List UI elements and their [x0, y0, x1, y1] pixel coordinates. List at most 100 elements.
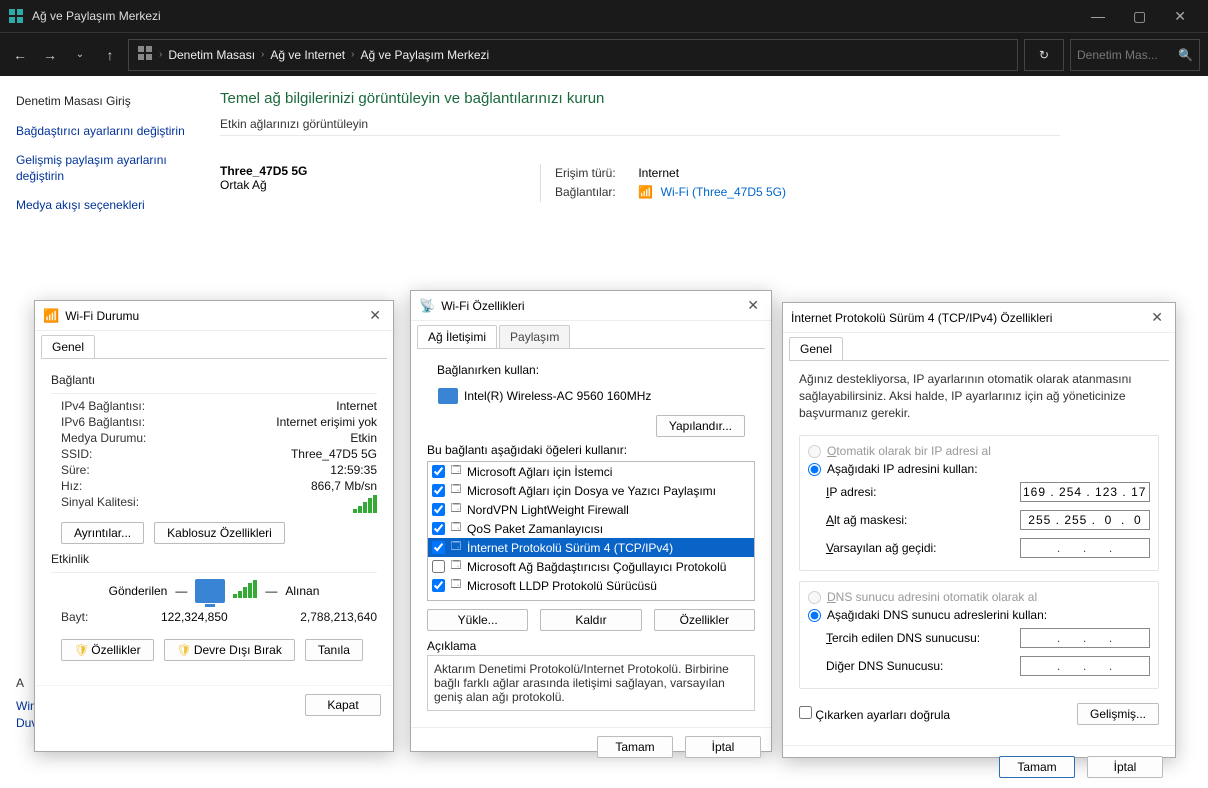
components-list[interactable]: 🗔Microsoft Ağları için İstemci🗔Microsoft…	[427, 461, 755, 601]
list-item[interactable]: 🗔 NordVPN LightWeight Firewall	[428, 500, 754, 519]
component-icon: 🗔	[449, 539, 463, 556]
tab-general[interactable]: Genel	[789, 337, 843, 360]
validate-checkbox[interactable]	[799, 706, 812, 719]
nav-adapter-settings[interactable]: Bağdaştırıcı ayarlarını değiştirin	[16, 124, 206, 140]
list-item-checkbox[interactable]	[432, 560, 445, 573]
ok-button[interactable]: Tamam	[597, 736, 673, 758]
close-button[interactable]: ✕	[1160, 8, 1200, 25]
ssid-label: SSID:	[61, 447, 92, 461]
nav-media-streaming[interactable]: Medya akışı seçenekleri	[16, 198, 206, 214]
minimize-button[interactable]: —	[1077, 8, 1119, 24]
breadcrumb-item[interactable]: Denetim Masası	[168, 48, 255, 62]
cancel-button[interactable]: İptal	[1087, 756, 1163, 778]
validate-checkbox-row[interactable]: Çıkarken ayarları doğrula	[799, 706, 950, 722]
control-panel-icon	[8, 8, 24, 24]
signal-bars-icon	[353, 495, 377, 513]
gateway-label: Varsayılan ağ geçidi:	[826, 541, 937, 555]
list-item-checkbox[interactable]	[432, 522, 445, 535]
dialog-titlebar[interactable]: 📶 Wi-Fi Durumu ✕	[35, 301, 393, 331]
wifi-icon: 📡	[419, 298, 435, 314]
wifi-status-dialog: 📶 Wi-Fi Durumu ✕ Genel Bağlantı IPv4 Bağ…	[34, 300, 394, 752]
titlebar: Ağ ve Paylaşım Merkezi — ▢ ✕	[0, 0, 1208, 32]
configure-button[interactable]: Yapılandır...	[656, 415, 745, 437]
radio-manual-ip[interactable]: Aşağıdaki IP adresini kullan:	[808, 460, 1150, 478]
breadcrumb-item[interactable]: Ağ ve Internet	[270, 48, 345, 62]
bytes-received: 2,788,213,640	[300, 610, 377, 624]
properties-button[interactable]: 🛡Özellikler	[61, 639, 154, 661]
computer-icon	[195, 579, 225, 603]
back-button[interactable]: ←	[8, 47, 32, 63]
close-button[interactable]: Kapat	[305, 694, 381, 716]
disable-button[interactable]: 🛡Devre Dışı Bırak	[164, 639, 295, 661]
preferred-dns-input[interactable]	[1020, 628, 1150, 648]
list-item-checkbox[interactable]	[432, 579, 445, 592]
component-icon: 🗔	[449, 463, 463, 480]
ipv4-label: IPv4 Bağlantısı:	[61, 399, 145, 413]
radio-auto-ip[interactable]: Otomatik olarak bir IP adresi al	[808, 442, 1150, 460]
install-button[interactable]: Yükle...	[427, 609, 528, 631]
refresh-button[interactable]: ↻	[1024, 39, 1064, 71]
advanced-button[interactable]: Gelişmiş...	[1077, 703, 1159, 725]
dialog-titlebar[interactable]: İnternet Protokolü Sürüm 4 (TCP/IPv4) Öz…	[783, 303, 1175, 333]
dash: —	[175, 584, 187, 598]
close-icon[interactable]: ✕	[365, 307, 385, 324]
wireless-properties-button[interactable]: Kablosuz Özellikleri	[154, 522, 285, 544]
up-button[interactable]: ↑	[98, 47, 122, 63]
dialog-titlebar[interactable]: 📡 Wi-Fi Özellikleri ✕	[411, 291, 771, 321]
media-label: Medya Durumu:	[61, 431, 146, 445]
properties-button[interactable]: Özellikler	[654, 609, 755, 631]
list-item-checkbox[interactable]	[432, 465, 445, 478]
sent-label: Gönderilen	[109, 584, 168, 598]
list-item-checkbox[interactable]	[432, 503, 445, 516]
list-item[interactable]: 🗔Microsoft LLDP Protokolü Sürücüsü	[428, 576, 754, 595]
subnet-mask-label: Alt ağ maskesi:	[826, 513, 907, 527]
page-subheading: Etkin ağlarınızı görüntüleyin	[220, 117, 1060, 136]
tab-sharing[interactable]: Paylaşım	[499, 325, 570, 348]
cancel-button[interactable]: İptal	[685, 736, 761, 758]
radio-manual-dns[interactable]: Aşağıdaki DNS sunucu adreslerini kullan:	[808, 606, 1150, 624]
radio-input[interactable]	[808, 445, 821, 458]
maximize-button[interactable]: ▢	[1119, 8, 1160, 25]
ok-button[interactable]: Tamam	[999, 756, 1075, 778]
details-button[interactable]: Ayrıntılar...	[61, 522, 144, 544]
list-item-checkbox[interactable]	[432, 541, 445, 554]
close-icon[interactable]: ✕	[1147, 309, 1167, 326]
breadcrumb[interactable]: › Denetim Masası › Ağ ve Internet › Ağ v…	[128, 39, 1018, 71]
connection-link[interactable]: Wi-Fi (Three_47D5 5G)	[661, 185, 786, 199]
list-item-label: Microsoft LLDP Protokolü Sürücüsü	[467, 579, 657, 593]
radio-input[interactable]	[808, 463, 821, 476]
left-navigation: Denetim Masası Giriş Bağdaştırıcı ayarla…	[16, 94, 206, 228]
component-icon: 🗔	[449, 501, 463, 518]
tcpip-properties-dialog: İnternet Protokolü Sürüm 4 (TCP/IPv4) Öz…	[782, 302, 1176, 758]
control-panel-icon	[137, 45, 153, 64]
list-item-label: NordVPN LightWeight Firewall	[467, 503, 629, 517]
shield-icon: 🛡	[74, 643, 89, 657]
subnet-mask-input[interactable]	[1020, 510, 1150, 530]
search-box[interactable]: Denetim Mas... 🔍	[1070, 39, 1200, 71]
close-icon[interactable]: ✕	[743, 297, 763, 314]
diagnose-button[interactable]: Tanıla	[305, 639, 363, 661]
speed-value: 866,7 Mb/sn	[311, 479, 377, 493]
list-item[interactable]: 🗔Microsoft Ağ Bağdaştırıcısı Çoğullayıcı…	[428, 557, 754, 576]
address-bar: ← → ⌄ ↑ › Denetim Masası › Ağ ve Interne…	[0, 32, 1208, 76]
alternate-dns-input[interactable]	[1020, 656, 1150, 676]
list-item[interactable]: 🗔Microsoft Ağları için İstemci	[428, 462, 754, 481]
remove-button[interactable]: Kaldır	[540, 609, 641, 631]
tab-general[interactable]: Genel	[41, 335, 95, 358]
signal-label: Sinyal Kalitesi:	[61, 495, 139, 513]
gateway-input[interactable]	[1020, 538, 1150, 558]
list-item-label: İnternet Protokolü Sürüm 4 (TCP/IPv4)	[467, 541, 673, 555]
ip-address-input[interactable]	[1020, 482, 1150, 502]
radio-input[interactable]	[808, 609, 821, 622]
list-item-checkbox[interactable]	[432, 484, 445, 497]
list-item[interactable]: 🗔QoS Paket Zamanlayıcısı	[428, 519, 754, 538]
list-item[interactable]: 🗔 İnternet Protokolü Sürüm 4 (TCP/IPv4)	[428, 538, 754, 557]
recent-button[interactable]: ⌄	[68, 49, 92, 60]
nav-sharing-settings[interactable]: Gelişmiş paylaşım ayarlarını değiştirin	[16, 153, 206, 184]
breadcrumb-item[interactable]: Ağ ve Paylaşım Merkezi	[360, 48, 489, 62]
ipv4-value: Internet	[336, 399, 377, 413]
nav-home[interactable]: Denetim Masası Giriş	[16, 94, 206, 110]
tab-networking[interactable]: Ağ İletişimi	[417, 325, 497, 348]
list-item[interactable]: 🗔Microsoft Ağları için Dosya ve Yazıcı P…	[428, 481, 754, 500]
forward-button[interactable]: →	[38, 47, 62, 63]
